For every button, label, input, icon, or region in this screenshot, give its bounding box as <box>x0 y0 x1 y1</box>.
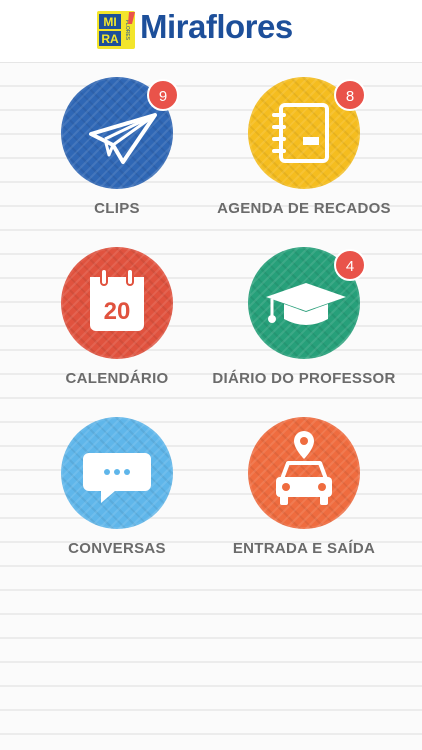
menu-grid: 9 CLIPS 8 AGENDA DE RECADOS 20 CALENDÁRI… <box>0 63 422 750</box>
app-header: MI RA FLORES Miraflores <box>0 0 422 63</box>
svg-text:RA: RA <box>101 32 119 46</box>
calendar-day-number: 20 <box>104 298 131 325</box>
entrada-circle <box>248 417 360 529</box>
calendario-label: CALENDÁRIO <box>65 370 169 387</box>
conversas-circle <box>61 417 173 529</box>
app-logo-text: Miraflores <box>140 8 293 45</box>
clips-badge: 9 <box>147 79 179 111</box>
agenda-circle: 8 <box>248 77 366 189</box>
calendar-icon: 20 <box>90 268 144 331</box>
diario-label: DIÁRIO DO PROFESSOR <box>212 370 396 387</box>
car-location-icon <box>276 431 332 505</box>
menu-item-clips[interactable]: 9 CLIPS <box>17 77 217 218</box>
agenda-badge: 8 <box>334 79 366 111</box>
logo-badge: MI RA FLORES <box>97 11 135 49</box>
entrada-label: ENTRADA E SAÍDA <box>232 540 376 557</box>
menu-item-agenda-de-recados[interactable]: 8 AGENDA DE RECADOS <box>204 77 404 218</box>
menu-item-diario-do-professor[interactable]: 4 DIÁRIO DO PROFESSOR <box>204 247 404 388</box>
clips-label: CLIPS <box>94 200 140 217</box>
svg-text:MI: MI <box>103 15 116 29</box>
chat-bubble-icon <box>83 453 151 503</box>
menu-item-entrada-e-saida[interactable]: ENTRADA E SAÍDA <box>204 417 404 558</box>
diario-circle: 4 <box>248 247 366 359</box>
agenda-label: AGENDA DE RECADOS <box>217 200 391 217</box>
menu-item-conversas[interactable]: CONVERSAS <box>17 417 217 558</box>
conversas-label: CONVERSAS <box>68 540 166 557</box>
menu-item-calendario[interactable]: 20 CALENDÁRIO <box>17 247 217 388</box>
clips-circle: 9 <box>61 77 179 189</box>
calendario-circle: 20 <box>61 247 173 359</box>
diario-badge: 4 <box>334 249 366 281</box>
